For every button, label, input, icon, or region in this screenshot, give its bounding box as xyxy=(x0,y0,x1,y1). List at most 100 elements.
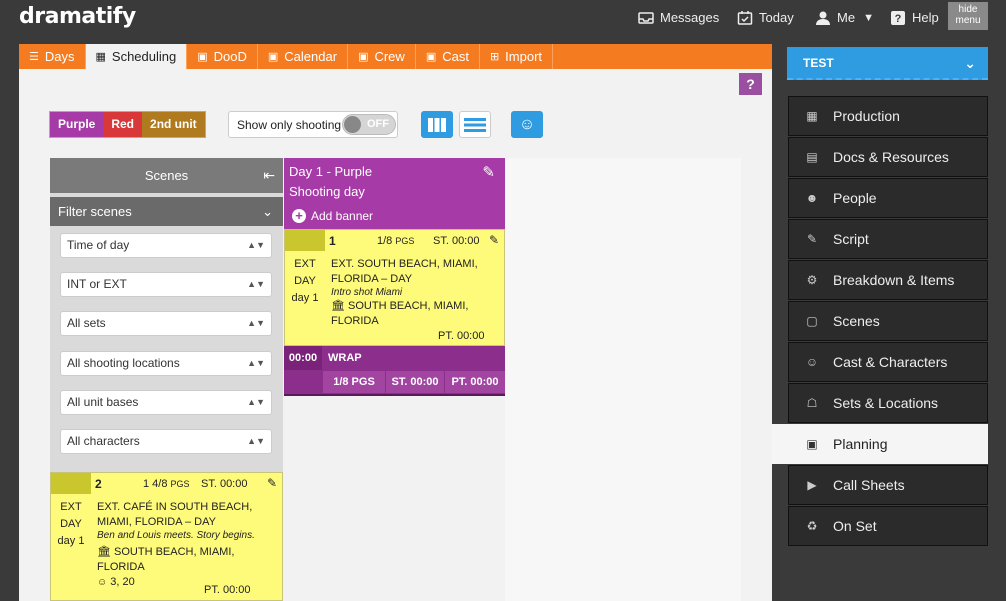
scene-start-time: ST. 00:00 xyxy=(201,478,248,490)
scene-heading: EXT. SOUTH BEACH, MIAMI, FLORIDA – DAY xyxy=(331,258,478,285)
filter-scenes-header[interactable]: Filter scenes ⌄ xyxy=(50,197,283,226)
tab-calendar[interactable]: ▣ Calendar xyxy=(257,44,349,69)
tab-crew[interactable]: ▣ Crew xyxy=(348,44,416,69)
help-link[interactable]: ? Help xyxy=(890,10,939,25)
scenes-panel-header: Scenes ⇤ xyxy=(50,158,283,193)
tab-days[interactable]: ☰ Days xyxy=(19,44,86,69)
collapse-icon[interactable]: ⇤ xyxy=(263,158,275,193)
menu-item-cast[interactable]: ☺ Cast & Characters xyxy=(788,342,988,382)
scene-location: 🏛 SOUTH BEACH, MIAMI, FLORIDA xyxy=(97,546,235,573)
tab-scheduling[interactable]: ▦ Scheduling xyxy=(85,44,188,69)
menu-item-sets[interactable]: ☖ Sets & Locations xyxy=(788,383,988,423)
user-icon xyxy=(816,11,830,25)
day-title: Day 1 - Purple xyxy=(289,164,373,179)
select-arrows-icon: ▲▼ xyxy=(247,318,265,328)
main-menu: ▦ Production ▤ Docs & Resources ☻ People ✎ S… xyxy=(772,96,988,547)
help-button[interactable]: ? xyxy=(739,73,762,95)
unit-2nd[interactable]: 2nd unit xyxy=(142,112,205,137)
breakdown-icon: ⚙ xyxy=(806,273,818,287)
sets-icon: ☖ xyxy=(806,396,818,410)
director-chair-icon: ♻ xyxy=(806,519,818,533)
chevron-down-icon: ▼ xyxy=(863,11,874,24)
unit-purple[interactable]: Purple xyxy=(50,112,104,137)
pencil-icon[interactable]: ✎ xyxy=(482,163,495,181)
tab-import[interactable]: ⊞ Import xyxy=(479,44,554,69)
hide-menu-button[interactable]: hide menu xyxy=(948,2,988,30)
top-bar: dramatify Messages Today Me ▼ ? Help hid… xyxy=(0,0,1006,36)
empty-day-area xyxy=(505,158,741,601)
masks-icon: ☺ xyxy=(518,115,536,133)
int-ext-select[interactable]: INT or EXT ▲▼ xyxy=(60,272,272,297)
characters-select[interactable]: All characters ▲▼ xyxy=(60,429,272,454)
wrap-pt: PT. 00:00 xyxy=(445,371,505,393)
pencil-icon[interactable]: ✎ xyxy=(267,476,277,490)
tab-bar: ☰ Days ▦ Scheduling ▣ DooD ▣ Calendar ▣ Crew … xyxy=(19,44,554,69)
menu-item-people[interactable]: ☻ People xyxy=(788,178,988,218)
select-arrows-icon: ▲▼ xyxy=(247,279,265,289)
unit-red[interactable]: Red xyxy=(103,112,143,137)
scene-pages: 1/8 PGS xyxy=(377,235,415,247)
scene-color-swatch xyxy=(285,230,325,251)
wrap-pages: 1/8 PGS xyxy=(323,371,385,393)
scene-heading: EXT. CAFÉ IN SOUTH BEACH, MIAMI, FLORIDA… xyxy=(97,501,253,528)
menu-item-planning[interactable]: ▣ Planning xyxy=(772,424,988,464)
cast-view-button[interactable]: ☺ xyxy=(511,111,543,138)
scene-card-1[interactable]: 1 1/8 PGS ST. 00:00 ✎ EXT DAY day 1 EXT.… xyxy=(284,229,505,346)
menu-item-script[interactable]: ✎ Script xyxy=(788,219,988,259)
toggle-knob xyxy=(344,116,361,133)
wrap-time: 00:00 xyxy=(284,346,322,370)
wrap-row: 00:00 WRAP 1/8 PGS ST. 00:00 PT. 00:00 xyxy=(284,346,505,396)
shooting-locations-select[interactable]: All shooting locations ▲▼ xyxy=(60,351,272,376)
sets-select[interactable]: All sets ▲▼ xyxy=(60,311,272,336)
show-only-shooting-toggle[interactable]: OFF xyxy=(342,114,396,135)
columns-icon xyxy=(428,117,446,132)
scene-body: EXT. CAFÉ IN SOUTH BEACH, MIAMI, FLORIDA… xyxy=(97,500,277,590)
me-menu[interactable]: Me ▼ xyxy=(815,10,874,25)
calendar-check-icon xyxy=(737,10,753,25)
calendar-icon: ▣ xyxy=(267,51,279,63)
day-column: Day 1 - Purple Shooting day ✎ + Add bann… xyxy=(284,158,505,229)
chevron-down-icon: ⌄ xyxy=(964,55,976,71)
tab-dood[interactable]: ▣ DooD xyxy=(187,44,258,69)
app-logo[interactable]: dramatify xyxy=(19,4,136,29)
add-banner-button[interactable]: + Add banner xyxy=(292,209,373,223)
svg-text:?: ? xyxy=(895,13,902,25)
script-icon: ✎ xyxy=(806,232,818,246)
scene-side-info: EXT DAY day 1 xyxy=(57,501,85,547)
scene-pt: PT. 00:00 xyxy=(204,584,251,596)
pencil-icon[interactable]: ✎ xyxy=(489,233,499,247)
scenes-icon: ▢ xyxy=(806,314,818,328)
project-selector[interactable]: TEST ⌄ xyxy=(787,47,988,80)
scene-color-swatch xyxy=(51,473,91,494)
unit-bases-select[interactable]: All unit bases ▲▼ xyxy=(60,390,272,415)
building-icon: 🏛 xyxy=(331,300,345,312)
people-icon: ☻ xyxy=(805,191,819,205)
scene-start-time: ST. 00:00 xyxy=(433,235,480,247)
columns-view-button[interactable] xyxy=(421,111,453,138)
today-link[interactable]: Today xyxy=(737,10,794,25)
wrap-label: WRAP xyxy=(328,352,362,364)
tab-cast[interactable]: ▣ Cast xyxy=(415,44,480,69)
scene-pages: 1 4/8 PGS xyxy=(143,478,190,490)
messages-link[interactable]: Messages xyxy=(638,10,719,25)
scene-card-2[interactable]: 2 1 4/8 PGS ST. 00:00 ✎ EXT DAY day 1 EX… xyxy=(50,472,283,601)
day-header: Day 1 - Purple Shooting day ✎ + Add bann… xyxy=(284,158,505,229)
menu-item-breakdown[interactable]: ⚙ Breakdown & Items xyxy=(788,260,988,300)
menu-item-on-set[interactable]: ♻ On Set xyxy=(788,506,988,546)
building-icon: 🏛 xyxy=(97,546,111,558)
show-only-shooting: Show only shooting OFF xyxy=(228,111,398,138)
calendar-icon: ▣ xyxy=(425,51,437,63)
list-view-button[interactable] xyxy=(459,111,491,138)
select-arrows-icon: ▲▼ xyxy=(247,240,265,250)
menu-item-scenes[interactable]: ▢ Scenes xyxy=(788,301,988,341)
wrap-start: ST. 00:00 xyxy=(386,371,444,393)
list-icon: ☰ xyxy=(29,51,39,63)
menu-item-docs[interactable]: ▤ Docs & Resources xyxy=(788,137,988,177)
document-icon: ▤ xyxy=(806,150,818,164)
select-arrows-icon: ▲▼ xyxy=(247,436,265,446)
select-arrows-icon: ▲▼ xyxy=(247,397,265,407)
menu-item-production[interactable]: ▦ Production xyxy=(788,96,988,136)
menu-item-call-sheets[interactable]: ▶ Call Sheets xyxy=(788,465,988,505)
list-icon xyxy=(464,117,486,132)
time-of-day-select[interactable]: Time of day ▲▼ xyxy=(60,233,272,258)
